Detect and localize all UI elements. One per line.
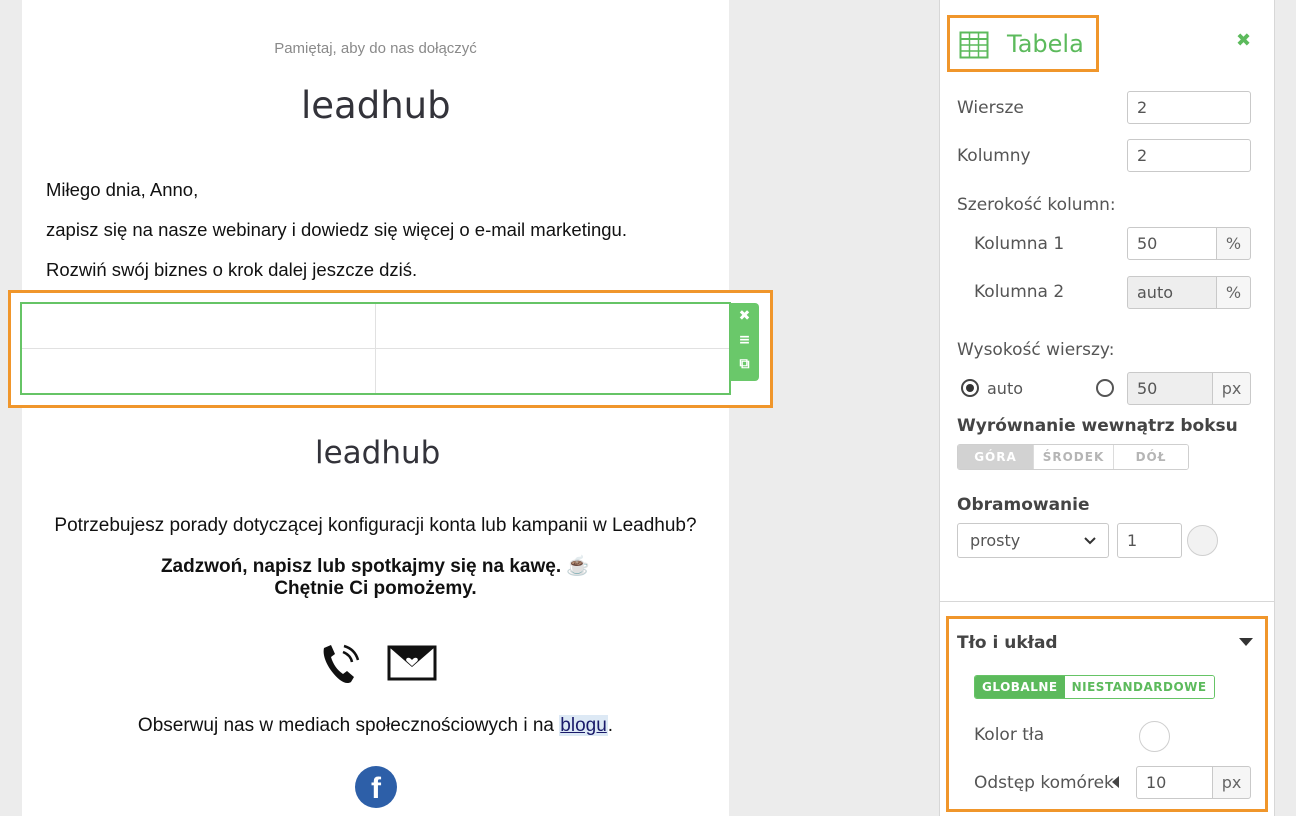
bg-mode-global[interactable]: GLOBALNE	[975, 676, 1065, 698]
border-label: Obramowanie	[957, 495, 1090, 515]
alignment-segmented: GÓRA ŚRODEK DÓŁ	[957, 444, 1189, 470]
row-height-auto-label: auto	[987, 379, 1024, 398]
border-style-select[interactable]: prosty	[957, 523, 1109, 558]
cell-spacing-input[interactable]: 10	[1136, 766, 1213, 799]
column-width-label: Szerokość kolumn:	[957, 195, 1116, 215]
chevron-down-icon	[1084, 536, 1096, 544]
webinar-text: zapisz się na nasze webinary i dowiedz s…	[46, 219, 627, 240]
leadhub-logo: leadhub	[301, 84, 451, 127]
duplicate-block-icon[interactable]: ⧉	[730, 351, 759, 375]
contact-cta-line1: Zadzwoń, napisz lub spotkajmy się na kaw…	[160, 556, 591, 577]
align-top-option[interactable]: GÓRA	[958, 445, 1034, 469]
column2-label: Kolumna 2	[974, 282, 1065, 302]
bg-color-swatch[interactable]	[1139, 721, 1170, 752]
contact-cta-line2: Chętnie Ci pomożemy.	[274, 578, 477, 599]
block-toolbar: ✖ ≡ ⧉	[730, 303, 759, 381]
row-height-input[interactable]: 50	[1127, 372, 1213, 405]
rows-input[interactable]: 2	[1127, 91, 1251, 124]
table-cell[interactable]	[20, 302, 376, 349]
table-cell[interactable]	[375, 302, 731, 349]
row-height-unit: px	[1212, 372, 1251, 405]
row-height-label: Wysokość wierszy:	[957, 340, 1115, 360]
table-block[interactable]	[20, 302, 731, 395]
table-row	[20, 302, 731, 349]
advice-text: Potrzebujesz porady dotyczącej konfigura…	[54, 515, 697, 536]
svg-text:leadhub: leadhub	[301, 84, 451, 127]
table-icon	[959, 31, 989, 59]
bg-mode-segmented: GLOBALNE NIESTANDARDOWE	[974, 675, 1215, 699]
reminder-text: Pamiętaj, aby do nas dołączyć	[274, 40, 477, 57]
column1-unit: %	[1216, 227, 1251, 260]
phone-icon	[323, 644, 360, 684]
border-color-swatch[interactable]	[1187, 525, 1218, 556]
cell-spacing-label: Odstęp komórek	[974, 773, 1114, 793]
contact-icons	[323, 644, 437, 684]
move-block-icon[interactable]: ≡	[730, 327, 759, 351]
columns-label: Kolumny	[957, 146, 1031, 166]
envelope-icon	[387, 645, 437, 681]
rows-label: Wiersze	[957, 98, 1024, 118]
svg-text:leadhub: leadhub	[315, 435, 440, 471]
column2-unit: %	[1216, 276, 1251, 309]
column1-width-input[interactable]: 50	[1127, 227, 1217, 260]
column1-label: Kolumna 1	[974, 234, 1065, 254]
bg-color-label: Kolor tła	[974, 725, 1045, 745]
bg-section-title[interactable]: Tło i układ	[957, 633, 1058, 653]
contact-cta: Zadzwoń, napisz lub spotkajmy się na kaw…	[22, 556, 729, 600]
blog-link[interactable]: blogu	[559, 715, 608, 736]
row-height-auto-radio[interactable]	[961, 379, 979, 397]
align-middle-option[interactable]: ŚRODEK	[1034, 445, 1114, 469]
greeting-text: Miłego dnia, Anno,	[46, 179, 199, 200]
column2-width-input[interactable]: auto	[1127, 276, 1217, 309]
table-cell[interactable]	[375, 348, 731, 395]
cell-spacing-unit: px	[1212, 766, 1251, 799]
row-height-custom-radio[interactable]	[1096, 379, 1114, 397]
bg-mode-custom[interactable]: NIESTANDARDOWE	[1064, 676, 1214, 698]
alignment-label: Wyrównanie wewnątrz boksu	[957, 416, 1238, 436]
section-divider	[940, 601, 1274, 602]
align-bottom-option[interactable]: DÓŁ	[1114, 445, 1188, 469]
border-width-input[interactable]: 1	[1117, 523, 1182, 558]
facebook-icon[interactable]: f	[355, 766, 397, 808]
leadhub-logo-footer: leadhub	[315, 435, 440, 471]
columns-input[interactable]: 2	[1127, 139, 1251, 172]
close-icon[interactable]: ✖	[1236, 30, 1251, 51]
panel-title: Tabela	[1007, 30, 1084, 58]
caret-left-icon[interactable]	[1112, 776, 1119, 788]
collapse-caret-icon[interactable]	[1239, 638, 1253, 646]
border-style-value: prosty	[970, 531, 1021, 550]
email-canvas: Pamiętaj, aby do nas dołączyć leadhub Mi…	[22, 0, 729, 816]
delete-block-icon[interactable]: ✖	[730, 303, 759, 327]
table-cell[interactable]	[20, 348, 376, 395]
social-text: Obserwuj nas w mediach społecznościowych…	[137, 715, 614, 736]
table-row	[20, 348, 731, 395]
business-text: Rozwiń swój biznes o krok dalej jeszcze …	[46, 259, 418, 280]
